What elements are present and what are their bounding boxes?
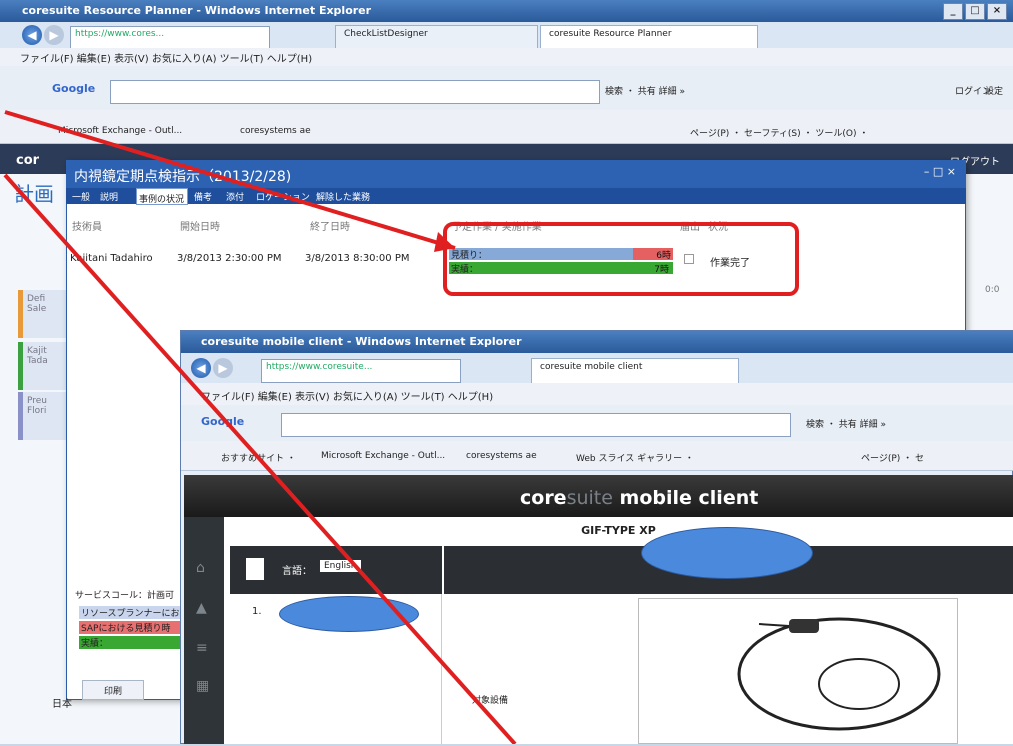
- annotation-arrow-line: [4, 110, 456, 250]
- annotation-lines: [3, 110, 517, 744]
- annotation-diagonal-line: [3, 173, 517, 744]
